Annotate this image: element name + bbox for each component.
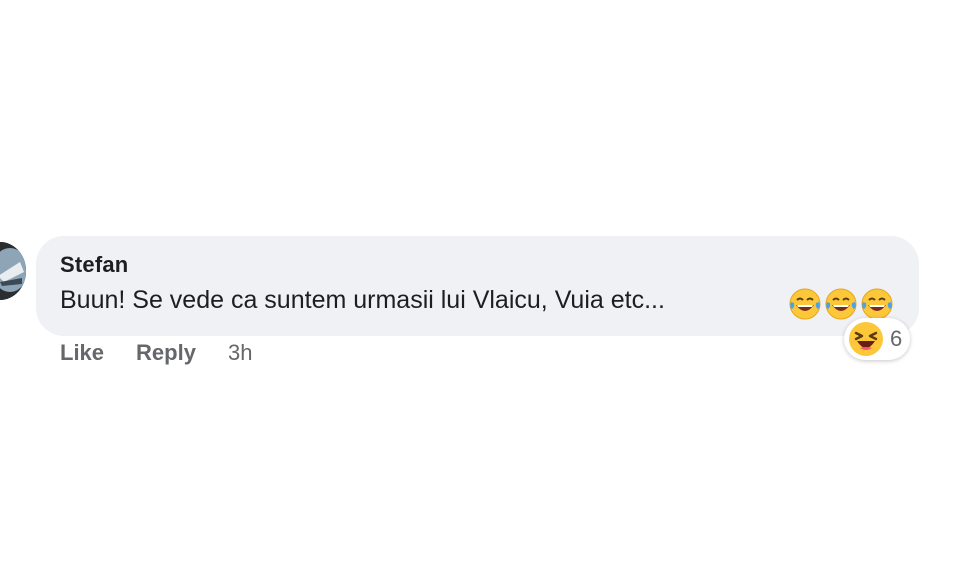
like-button[interactable]: Like [60, 340, 104, 366]
comment-bubble: Stefan Buun! Se vede ca suntem urmasii l… [36, 236, 919, 336]
comment-thread: Stefan Buun! Se vede ca suntem urmasii l… [0, 0, 970, 565]
avatar-image [0, 242, 26, 300]
comment-actions: Like Reply 3h [60, 340, 252, 366]
inline-emoji-group [788, 287, 894, 321]
face-with-tears-of-joy-icon [861, 288, 893, 320]
reaction-summary[interactable]: 6 [844, 318, 911, 360]
face-with-tears-of-joy-icon [789, 288, 821, 320]
haha-reaction-icon [849, 322, 883, 356]
comment-author[interactable]: Stefan [60, 252, 128, 278]
avatar[interactable] [0, 242, 26, 300]
reply-button[interactable]: Reply [136, 340, 196, 366]
face-with-tears-of-joy-icon [825, 288, 857, 320]
comment-text: Buun! Se vede ca suntem urmasii lui Vlai… [60, 286, 665, 314]
reaction-count: 6 [890, 326, 903, 351]
comment-timestamp[interactable]: 3h [228, 340, 252, 366]
